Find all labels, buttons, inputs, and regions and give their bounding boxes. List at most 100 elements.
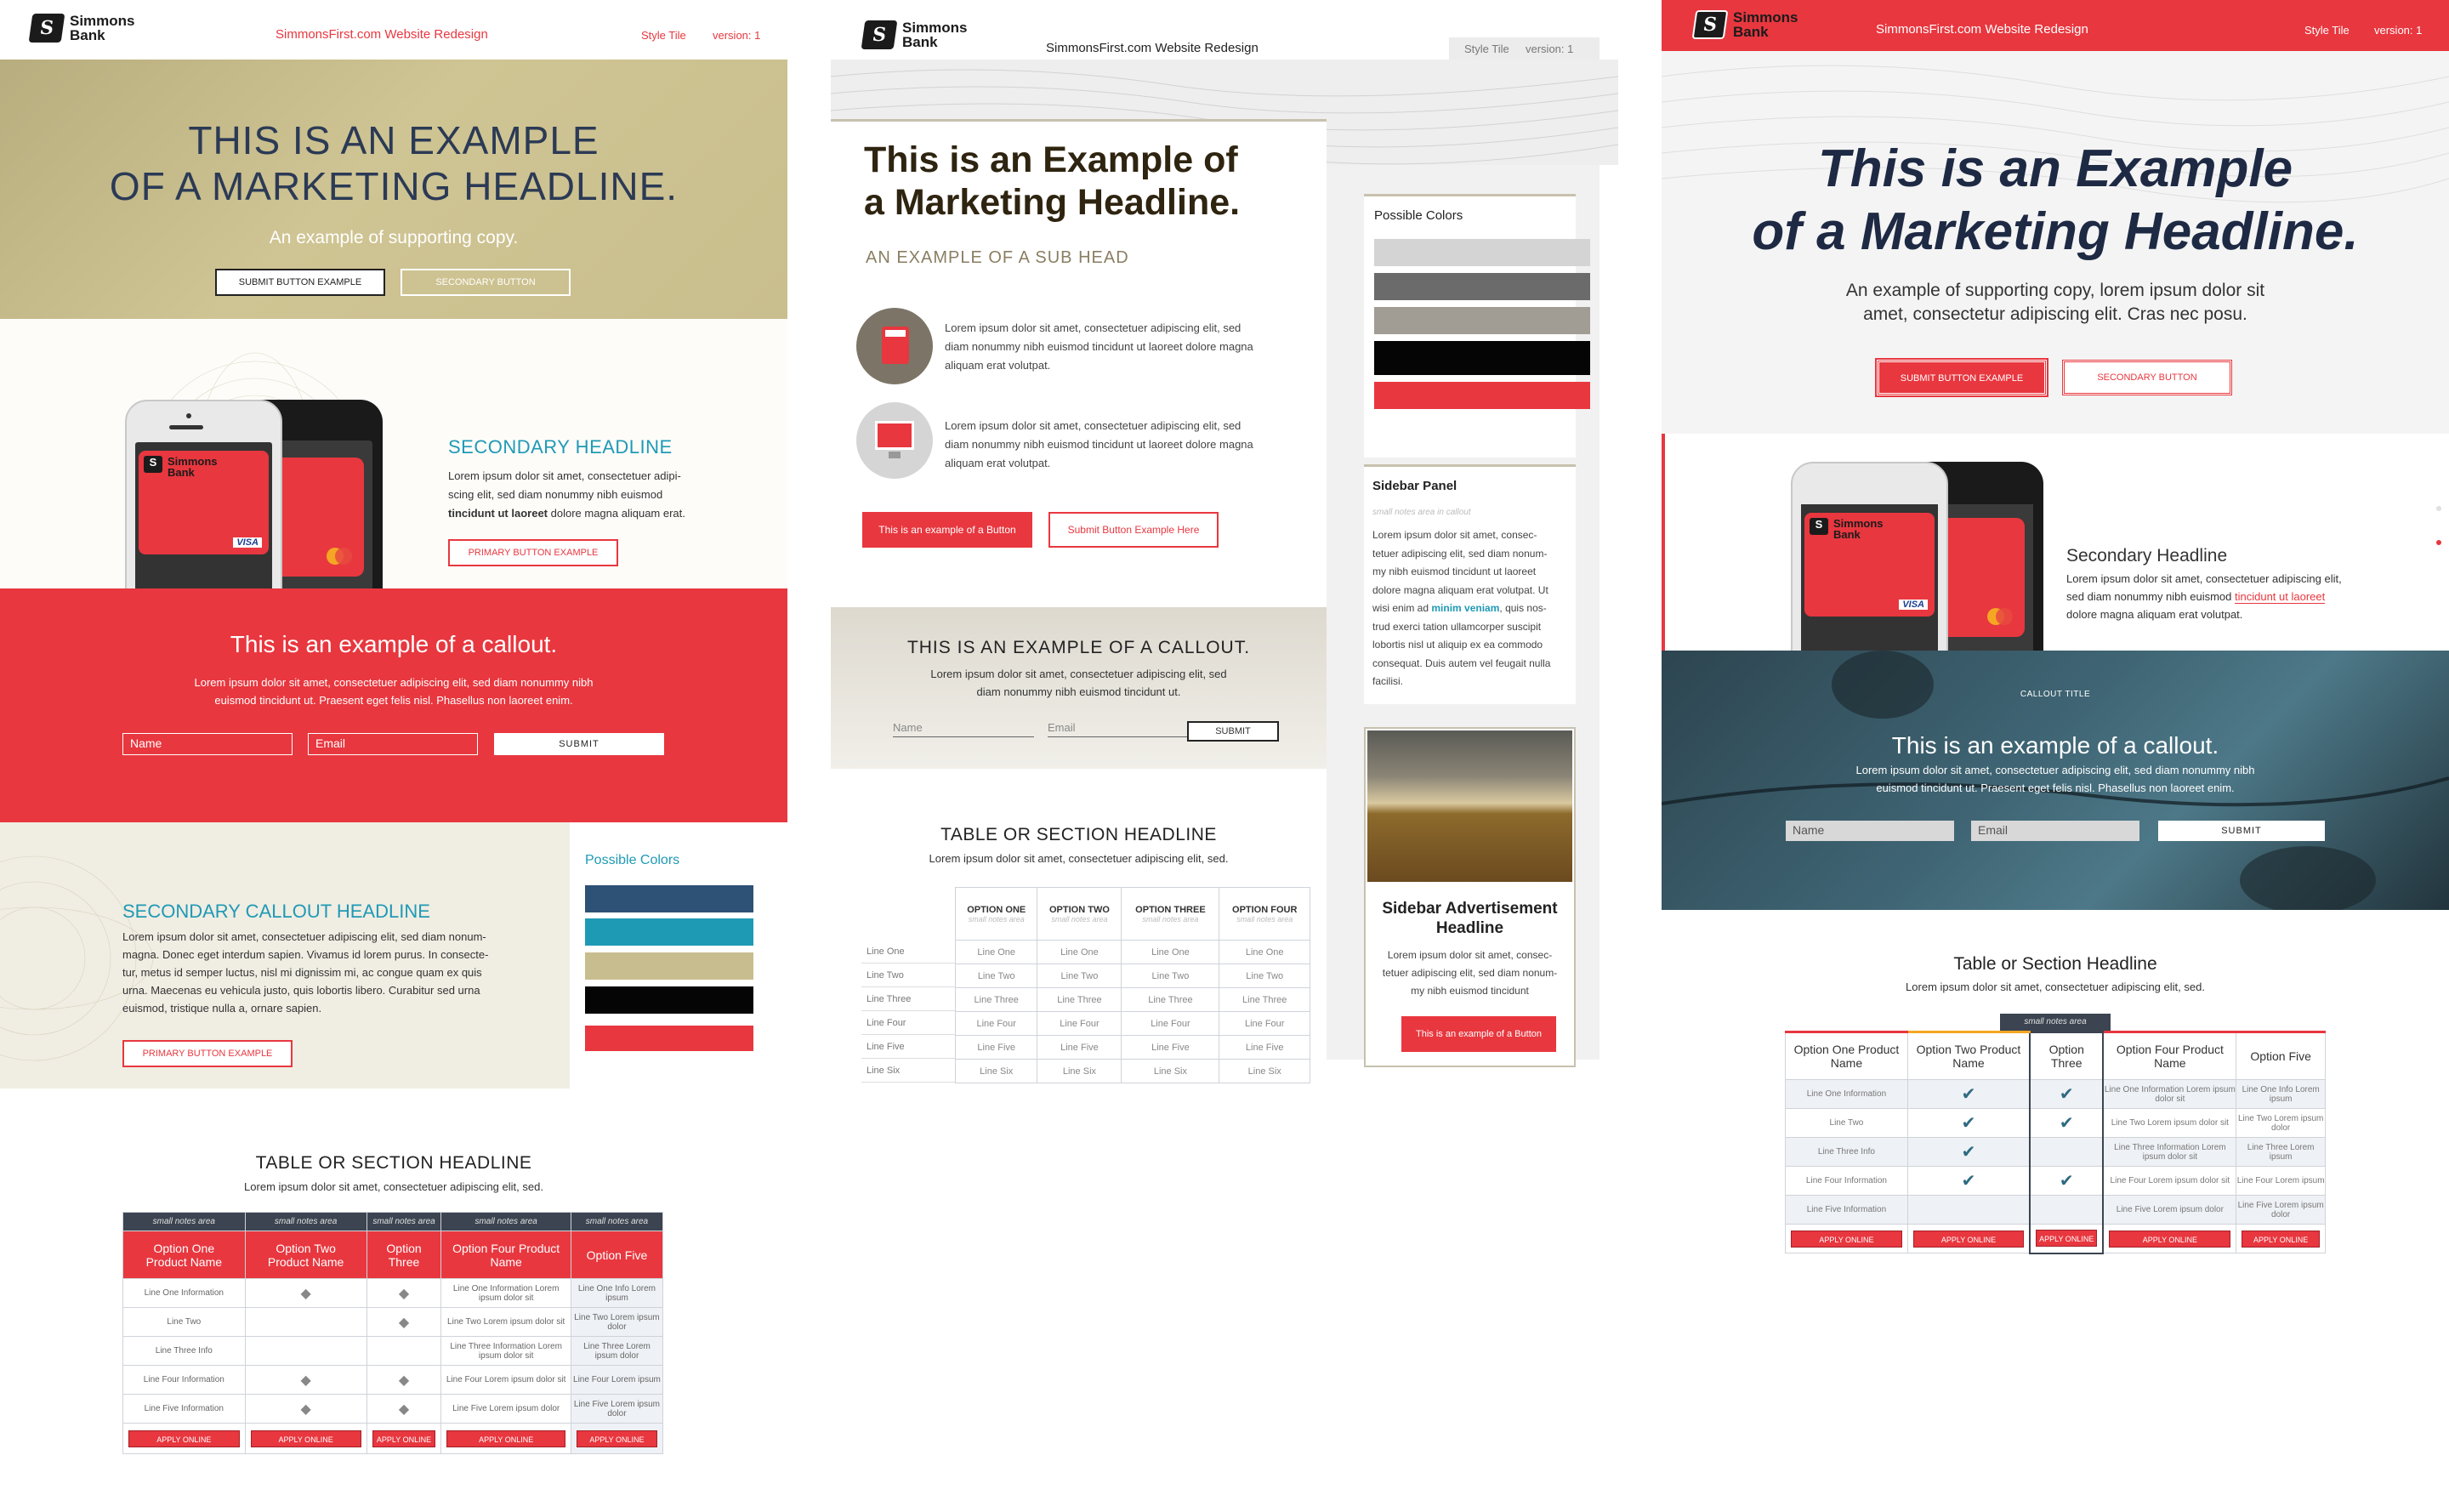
hero-supporting-copy: An example of supporting copy, lorem ips… — [1845, 281, 2265, 324]
comparison-table: small notes area small notes area small no… — [122, 1212, 664, 1454]
callout-submit-button[interactable]: SUBMIT — [494, 733, 664, 755]
name-input[interactable]: Name — [122, 733, 293, 755]
computer-click-icon — [856, 402, 933, 479]
table-headline: TABLE OR SECTION HEADLINE — [940, 825, 1217, 844]
table-row: Line Five Information Line Five Lorem ips… — [1785, 1195, 2326, 1225]
secondary-headline: SECONDARY HEADLINE — [448, 436, 673, 458]
visa-icon: VISA — [233, 537, 262, 548]
submit-button[interactable]: SUBMIT BUTTON EXAMPLE — [1875, 358, 2048, 397]
apply-online-button[interactable]: APPLY ONLINE — [372, 1430, 436, 1447]
apply-row: APPLY ONLINE APPLY ONLINE APPLY ONLINE A… — [1785, 1224, 2326, 1254]
minim-veniam-link[interactable]: minim veniam — [1431, 602, 1499, 614]
table-subhead: Lorem ipsum dolor sit amet, consectetuer… — [1906, 981, 2205, 993]
logo-line-1: Simmons — [70, 13, 135, 29]
phone-front: S Simmons Bank VISA — [125, 400, 282, 629]
callout-headline: THIS IS AN EXAMPLE OF A CALLOUT. — [906, 638, 1251, 657]
callout-body: Lorem ipsum dolor sit amet, consectetuer… — [1855, 764, 2255, 794]
color-swatch-4 — [1374, 341, 1590, 375]
carousel-dot[interactable] — [2436, 506, 2441, 511]
style-tile-tab: Style Tile version: 1 — [1449, 37, 1600, 60]
secondary-body: Lorem ipsum dolor sit amet, consectetuer… — [448, 469, 685, 520]
simmons-logo[interactable]: S Simmons Bank — [1691, 10, 1798, 39]
checkmark-icon: ✔ — [2029, 1079, 2105, 1109]
primary-button[interactable]: PRIMARY BUTTON EXAMPLE — [448, 539, 618, 566]
simmons-logo-icon: S — [1691, 10, 1729, 39]
column-header: Option Two Product Name — [1906, 1031, 2031, 1080]
apply-online-button[interactable]: APPLY ONLINE — [2036, 1230, 2098, 1248]
secondary-headline: Secondary Headline — [2066, 546, 2228, 566]
sidebar-advertisement: Sidebar Advertisement Headline Lorem ips… — [1364, 727, 1576, 1067]
submit-example-button[interactable]: Submit Button Example Here — [1048, 512, 1219, 548]
column-header: Option Five — [570, 1231, 664, 1279]
callout-title: CALLOUT TITLE — [2020, 690, 2091, 699]
sidebar-panel: Sidebar Panel small notes area in callou… — [1364, 464, 1576, 704]
ad-headline: Sidebar Advertisement Headline — [1382, 900, 1558, 937]
version-label: version: 1 — [2374, 24, 2423, 37]
callout-section: THIS IS AN EXAMPLE OF A CALLOUT. Lorem i… — [831, 607, 1327, 769]
hero-supporting-copy: An example of supporting copy. — [269, 228, 519, 247]
email-input[interactable]: Email — [1971, 821, 2139, 841]
table-row: Line Four Information ◆ ◆ Line Four Lorem i… — [122, 1365, 664, 1395]
checkmark-icon: ✔ — [1906, 1108, 2031, 1138]
example-button[interactable]: This is an example of a Button — [862, 512, 1032, 548]
card-logo-icon: S — [144, 456, 162, 473]
phone-front: S Simmons Bank VISA — [1791, 462, 1948, 683]
apply-online-button[interactable]: APPLY ONLINE — [1912, 1230, 2025, 1248]
name-input[interactable]: Name — [893, 721, 1034, 737]
style-tile-label: Style Tile — [2304, 24, 2350, 37]
table-subhead: Lorem ipsum dolor sit amet, consectetuer… — [929, 852, 1229, 865]
secondary-body: Lorem ipsum dolor sit amet, consectetuer… — [2066, 572, 2342, 621]
notes-tab: small notes area — [2000, 1014, 2111, 1031]
callout-submit-button[interactable]: SUBMIT — [1187, 721, 1279, 742]
table-row: Line Four Information ✔ ✔ Line Four Lorem i… — [1785, 1166, 2326, 1196]
apply-online-button[interactable]: APPLY ONLINE — [250, 1430, 361, 1447]
callout-headline: This is an example of a callout. — [1891, 732, 2219, 759]
secondary-callout-body: Lorem ipsum dolor sit amet, consectetuer… — [122, 930, 489, 1015]
callout-section: CALLOUT TITLE This is an example of a ca… — [1662, 651, 2449, 910]
diamond-icon: ◆ — [244, 1394, 367, 1424]
submit-button[interactable]: SUBMIT BUTTON EXAMPLE — [215, 269, 385, 296]
hero-headline: This is an Example of a Marketing Headli… — [1752, 139, 2359, 261]
ad-button[interactable]: This is an example of a Button — [1401, 1016, 1556, 1052]
table-row: Line Two Line Two Line Two Line Two — [954, 963, 1310, 988]
card-front: S Simmons Bank VISA — [139, 451, 269, 554]
apply-online-button[interactable]: APPLY ONLINE — [1791, 1230, 1902, 1248]
apply-online-button[interactable]: APPLY ONLINE — [2109, 1230, 2231, 1248]
name-input[interactable]: Name — [1786, 821, 1954, 841]
simmons-logo[interactable]: S Simmons Bank — [861, 20, 968, 49]
table-row: Line Five Information ◆ ◆ Line Five Lorem i… — [122, 1394, 664, 1424]
carousel-dot-active[interactable] — [2436, 540, 2441, 545]
apply-row: APPLY ONLINE APPLY ONLINE APPLY ONLINE A… — [122, 1423, 664, 1454]
mastercard-icon — [1987, 608, 2013, 625]
phone-section: SimmonsBank S SimmonsBank VISA Secondary… — [1662, 434, 2449, 683]
diamond-icon: ◆ — [244, 1278, 367, 1308]
top-nav-bar: S Simmons Bank SimmonsFirst.com Website … — [1662, 0, 2449, 51]
possible-colors-label: Possible Colors — [1374, 208, 1463, 223]
callout-submit-button[interactable]: SUBMIT — [2158, 821, 2325, 841]
secondary-callout-button[interactable]: PRIMARY BUTTON EXAMPLE — [122, 1040, 293, 1067]
column-header: Option Three — [366, 1231, 442, 1279]
apply-online-button[interactable]: APPLY ONLINE — [446, 1430, 565, 1447]
secondary-callout-headline: SECONDARY CALLOUT HEADLINE — [122, 901, 430, 922]
apply-online-button[interactable]: APPLY ONLINE — [576, 1430, 657, 1447]
calculator-icon — [856, 308, 933, 384]
style-tile-1: S Simmons Bank SimmonsFirst.com Website … — [0, 0, 787, 1512]
apply-online-button[interactable]: APPLY ONLINE — [128, 1430, 240, 1447]
apply-online-button[interactable]: APPLY ONLINE — [2242, 1230, 2320, 1248]
table-subhead: Lorem ipsum dolor sit amet, consectetuer… — [244, 1180, 543, 1193]
email-input[interactable]: Email — [308, 733, 478, 755]
secondary-button[interactable]: SECONDARY BUTTON — [401, 269, 571, 296]
email-input[interactable]: Email — [1048, 721, 1189, 737]
style-tile-label: Style Tile — [641, 29, 686, 42]
simmons-logo[interactable]: S Simmons Bank — [28, 13, 135, 43]
tincidunt-link[interactable]: tincidunt ut laoreet — [2235, 590, 2326, 604]
diamond-icon: ◆ — [366, 1394, 442, 1424]
table-row: Line One Line One Line One Line One — [954, 940, 1310, 964]
diamond-icon: ◆ — [366, 1365, 442, 1395]
hero-headline: THIS IS AN EXAMPLE OF A MARKETING HEADLI… — [109, 118, 679, 208]
checkmark-icon: ✔ — [1906, 1079, 2031, 1109]
column-header: Option Two Product Name — [244, 1231, 367, 1279]
sidebar-panel-body: Lorem ipsum dolor sit amet, consec- tetu… — [1372, 529, 1551, 687]
secondary-button[interactable]: SECONDARY BUTTON — [2062, 360, 2232, 395]
callout-section: This is an example of a callout. Lorem i… — [0, 588, 787, 822]
